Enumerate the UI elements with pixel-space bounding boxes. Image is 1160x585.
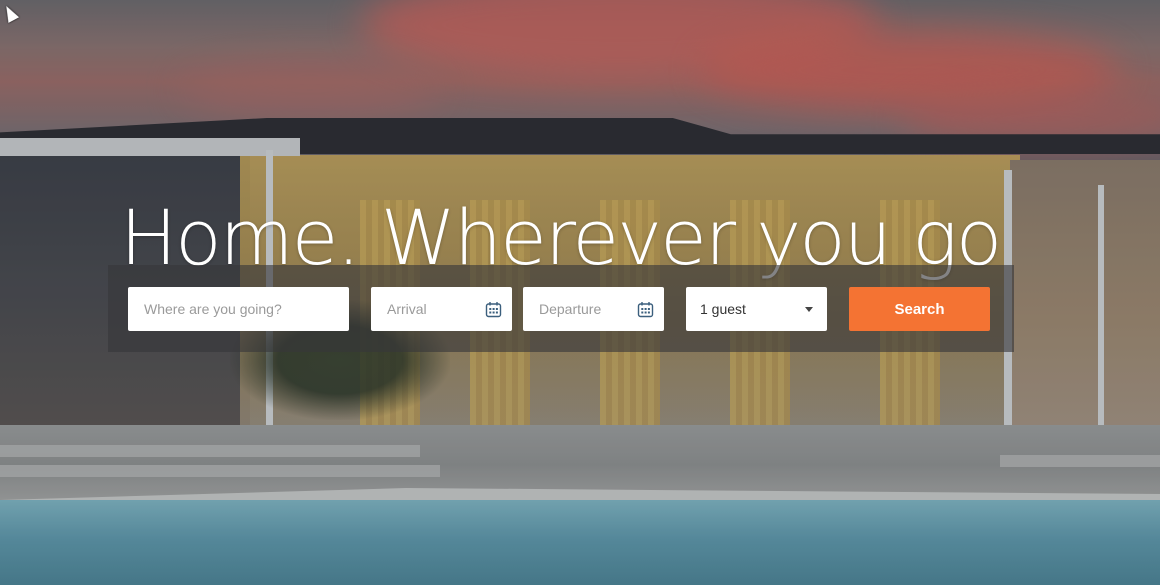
hero-section: Home. Wherever you go Where are you goin… bbox=[0, 0, 1160, 585]
arrival-field[interactable] bbox=[371, 287, 512, 331]
guests-select[interactable]: 1 guest bbox=[686, 287, 827, 331]
arrival-input[interactable] bbox=[385, 300, 485, 318]
search-button[interactable]: Search bbox=[849, 287, 990, 331]
departure-field[interactable] bbox=[523, 287, 664, 331]
departure-input[interactable] bbox=[537, 300, 637, 318]
destination-field[interactable] bbox=[128, 287, 349, 331]
chevron-down-icon bbox=[805, 306, 813, 312]
destination-input[interactable] bbox=[142, 300, 335, 318]
guests-value: 1 guest bbox=[700, 301, 746, 317]
calendar-icon[interactable] bbox=[485, 301, 502, 318]
calendar-icon[interactable] bbox=[637, 301, 654, 318]
